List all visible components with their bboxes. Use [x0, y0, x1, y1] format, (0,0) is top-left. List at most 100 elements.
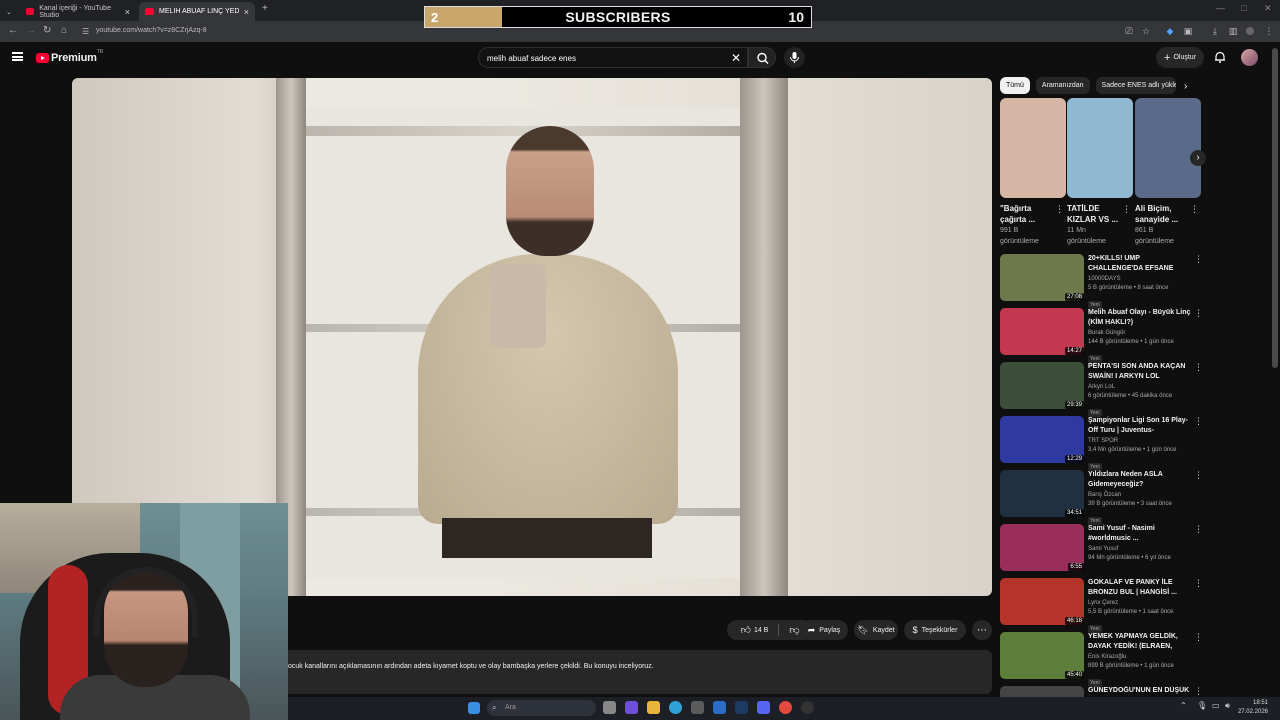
voice-search-button[interactable]	[784, 47, 805, 68]
search-button[interactable]	[748, 47, 776, 68]
edge-icon[interactable]	[669, 701, 682, 714]
more-actions-button[interactable]: ⋯	[972, 620, 992, 640]
more-vert-icon[interactable]: ⋮	[1194, 362, 1203, 373]
bookmark-star-icon[interactable]: ☆	[1141, 26, 1151, 36]
list-item[interactable]: 34:51 Yıldızlara Neden ASLA Gidemeyeceğiz…	[1000, 470, 1205, 525]
video-phone	[490, 264, 546, 348]
video-info: GOKALAF VE PANKY İLE BRONZU BUL | HANGİS…	[1088, 578, 1192, 635]
list-item[interactable]: 12:29 Şampiyonlar Ligi Son 16 Play-Off Tu…	[1000, 416, 1205, 473]
taskbar-search[interactable]: ⌕ Ara	[487, 700, 596, 716]
extensions-puzzle-icon[interactable]: ▣	[1183, 26, 1193, 36]
chip-uploader[interactable]: Sadece ENES adlı yükleme	[1095, 77, 1176, 94]
split-view-icon[interactable]: ▥	[1228, 26, 1238, 36]
list-item[interactable]: 45:40 YEMEK YAPMAYA GELDİK, DAYAK YEDİK! …	[1000, 632, 1205, 687]
more-vert-icon[interactable]: ⋮	[1194, 254, 1203, 265]
logo-text: Premium	[51, 52, 97, 64]
forward-icon[interactable]: →	[26, 25, 36, 36]
list-item[interactable]: 27:08 20+KILLS! UMP CHALLENGE'DA EFSANE O…	[1000, 254, 1205, 309]
downloads-icon[interactable]: ⤓	[1210, 26, 1220, 36]
video-info: Şampiyonlar Ligi Son 16 Play-Off Turu | …	[1088, 416, 1192, 473]
list-item[interactable]: 14:27 Melih Abuaf Olayı - Büyük Linç (KİM…	[1000, 308, 1205, 365]
mic-tray-icon[interactable]: 🎙︎	[1197, 701, 1210, 714]
store-icon[interactable]	[691, 701, 704, 714]
video-meta: 39 B görüntüleme • 3 saat önce	[1088, 501, 1172, 507]
tab-list-button[interactable]: ⌄	[4, 2, 14, 21]
close-tab-icon[interactable]: ×	[244, 7, 249, 17]
clear-search-icon[interactable]: ✕	[731, 51, 741, 65]
short-item[interactable]: TATİLDE KIZLAR VS ... 11 Mn görüntüleme …	[1067, 98, 1133, 247]
obs-icon[interactable]	[801, 701, 814, 714]
copilot-icon[interactable]	[625, 701, 638, 714]
taskbar-clock[interactable]: 18:51 27.02.2026	[1238, 699, 1268, 717]
tray-chevron-icon[interactable]: ⌃	[1180, 701, 1193, 714]
reload-icon[interactable]: ↻	[43, 25, 51, 36]
share-button[interactable]: ➦ Paylaş	[800, 620, 848, 640]
list-item[interactable]: 29:39 PENTA'SI SON ANDA KAÇAN SWAİN! I AR…	[1000, 362, 1205, 417]
page-scrollbar[interactable]	[1272, 48, 1278, 368]
browser-menu-icon[interactable]: ⋮	[1264, 26, 1274, 36]
video-channel: 10000DAYS	[1088, 276, 1121, 282]
windows-start-icon[interactable]	[468, 702, 480, 714]
hamburger-menu-icon[interactable]	[12, 52, 23, 61]
like-button[interactable]: 👍︎ 14 B	[740, 624, 768, 636]
close-tab-icon[interactable]: ×	[125, 7, 130, 17]
tab-youtube-studio[interactable]: Kanal içeriği - YouTube Studio ×	[20, 2, 136, 21]
more-vert-icon[interactable]: ⋮	[1194, 524, 1203, 535]
more-horiz-icon: ⋯	[977, 624, 987, 636]
file-explorer-icon[interactable]	[647, 701, 660, 714]
chevron-right-icon[interactable]: ›	[1184, 81, 1187, 92]
video-thumbnail: 46:18	[1000, 578, 1084, 625]
list-item[interactable]: 6:55 Sami Yusuf - Nasimi #worldmusic ... S…	[1000, 524, 1205, 578]
maximize-icon[interactable]: □	[1241, 3, 1246, 13]
install-app-icon[interactable]: ⎚	[1124, 26, 1134, 36]
url-field[interactable]: youtube.com/watch?v=z8CZrjAzq-8	[96, 27, 207, 34]
steam-icon[interactable]	[735, 701, 748, 714]
profile-icon[interactable]	[1246, 27, 1254, 35]
more-vert-icon[interactable]: ⋮	[1194, 578, 1203, 589]
video-info: Sami Yusuf - Nasimi #worldmusic ... Sami …	[1088, 524, 1192, 563]
volume-icon[interactable]: 🔊︎	[1225, 701, 1238, 714]
save-button[interactable]: 🔖︎ Kaydet	[854, 620, 898, 640]
video-channel: Barış Özcan	[1088, 492, 1122, 498]
close-window-icon[interactable]: ✕	[1264, 3, 1272, 14]
more-vert-icon[interactable]: ⋮	[1055, 204, 1064, 215]
video-channel: Enis Kirazoğlu	[1088, 654, 1127, 660]
discord-icon[interactable]	[757, 701, 770, 714]
todo-icon[interactable]	[713, 701, 726, 714]
back-icon[interactable]: ←	[8, 25, 18, 36]
chip-from-search[interactable]: Aramanızdan	[1035, 77, 1090, 94]
account-avatar[interactable]	[1241, 49, 1258, 66]
task-view-icon[interactable]	[603, 701, 616, 714]
dislike-button[interactable]: 👎︎	[789, 624, 799, 636]
network-icon[interactable]: ▭	[1212, 701, 1225, 714]
chrome-icon[interactable]	[779, 701, 792, 714]
thanks-button[interactable]: $ Teşekkürler	[904, 620, 966, 640]
video-info: Melih Abuaf Olayı - Büyük Linç (KİM HAKL…	[1088, 308, 1192, 365]
video-meta: 94 Mn görüntüleme • 6 yıl önce	[1088, 555, 1171, 561]
minimize-icon[interactable]: —	[1216, 3, 1225, 13]
short-item[interactable]: "Bağırta çağırta ... 991 B görüntüleme ⋮	[1000, 98, 1066, 247]
new-tab-button[interactable]: +	[262, 3, 268, 14]
home-icon[interactable]: ⌂	[61, 25, 67, 36]
search-input[interactable]	[479, 49, 719, 68]
more-vert-icon[interactable]: ⋮	[1122, 204, 1131, 215]
more-vert-icon[interactable]: ⋮	[1190, 204, 1199, 215]
shorts-next-button[interactable]: ›	[1190, 150, 1206, 166]
more-vert-icon[interactable]: ⋮	[1194, 470, 1203, 481]
video-title: PENTA'SI SON ANDA KAÇAN SWAİN! I ARKYN L…	[1088, 363, 1186, 380]
video-thumbnail: 29:39	[1000, 362, 1084, 409]
short-item[interactable]: Ali Biçim, sanayide ... 861 B görüntülem…	[1135, 98, 1201, 247]
youtube-header: Premium TR ✕ + Oluştur	[0, 42, 1280, 76]
site-info-icon[interactable]: ☰	[82, 27, 89, 36]
youtube-premium-logo[interactable]: Premium TR	[36, 49, 103, 64]
more-vert-icon[interactable]: ⋮	[1194, 632, 1203, 643]
create-button[interactable]: + Oluştur	[1156, 47, 1204, 68]
extension-icon[interactable]: ◆	[1165, 26, 1175, 36]
more-vert-icon[interactable]: ⋮	[1194, 416, 1203, 427]
chip-all[interactable]: Tümü	[1000, 77, 1030, 94]
more-vert-icon[interactable]: ⋮	[1194, 308, 1203, 319]
list-item[interactable]: 46:18 GOKALAF VE PANKY İLE BRONZU BUL | H…	[1000, 578, 1205, 635]
more-vert-icon[interactable]: ⋮	[1194, 686, 1203, 697]
notifications-bell-icon[interactable]	[1213, 50, 1227, 64]
tab-current-video[interactable]: MELİH ABUAF LİNÇ YEDİ... - You ×	[139, 2, 255, 21]
